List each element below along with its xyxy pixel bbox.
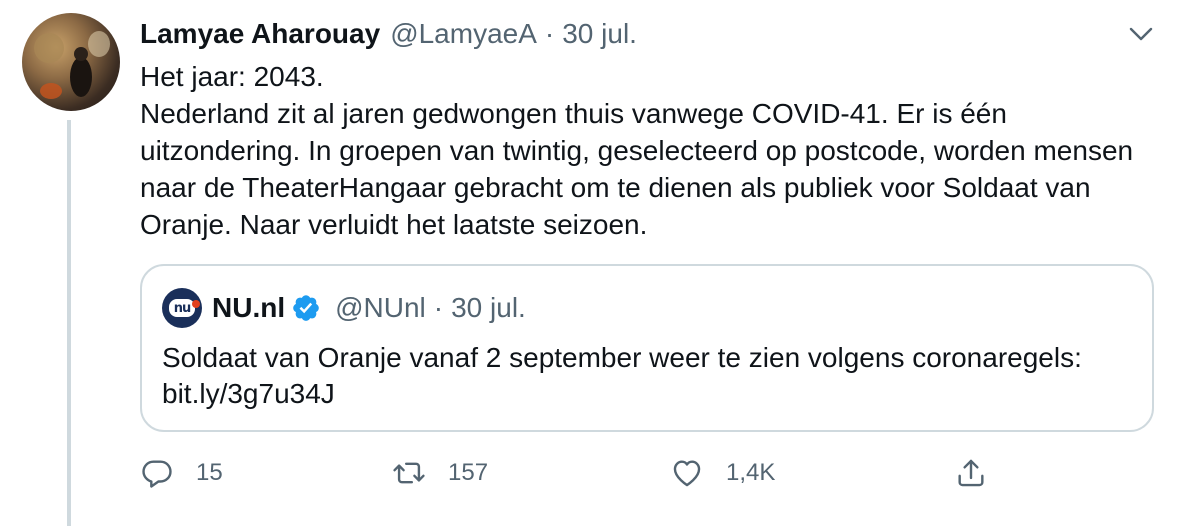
retweet-icon xyxy=(393,462,425,484)
quoted-author-name[interactable]: NU.nl xyxy=(212,292,285,324)
quoted-header-separator: · xyxy=(433,292,444,323)
tweet-text: Het jaar: 2043. Nederland zit al jaren g… xyxy=(140,58,1150,243)
nu-logo-dot xyxy=(192,300,200,308)
quoted-tweet-date[interactable]: 30 jul. xyxy=(451,292,526,324)
like-count: 1,4K xyxy=(726,459,776,486)
heart-icon xyxy=(673,460,701,487)
author-name[interactable]: Lamyae Aharouay xyxy=(140,18,380,50)
verified-badge-icon xyxy=(293,295,319,321)
reply-icon xyxy=(142,460,172,488)
tweet-text-line: Nederland zit al jaren gedwongen thuis v… xyxy=(140,98,1134,240)
header-separator: · xyxy=(544,18,555,49)
quoted-tweet-header: NU.nl @NUnl · 30 jul. xyxy=(212,286,526,330)
quoted-author-avatar[interactable]: nu xyxy=(162,288,202,328)
tweet-actions: 15 157 1,4K xyxy=(140,450,1170,496)
quoted-tweet[interactable]: nu NU.nl @NUnl · 30 jul. Soldaat van Ora… xyxy=(140,264,1154,432)
thread-line xyxy=(67,120,71,526)
retweet-button[interactable]: 157 xyxy=(392,450,488,496)
tweet-date[interactable]: 30 jul. xyxy=(562,18,637,50)
author-avatar[interactable] xyxy=(22,13,120,111)
author-handle[interactable]: @LamyaeA xyxy=(390,18,537,50)
like-button[interactable]: 1,4K xyxy=(670,450,775,496)
quoted-tweet-text: Soldaat van Oranje vanaf 2 september wee… xyxy=(162,342,1082,409)
nu-logo: nu xyxy=(169,299,195,317)
tweet-header: Lamyae Aharouay @LamyaeA · 30 jul. xyxy=(140,14,637,54)
reply-button[interactable]: 15 xyxy=(140,450,223,496)
share-button[interactable] xyxy=(954,450,988,496)
retweet-count: 157 xyxy=(448,459,489,486)
chevron-down-icon xyxy=(1129,27,1153,41)
more-menu-button[interactable] xyxy=(1126,22,1156,46)
share-icon xyxy=(958,459,984,487)
quoted-author-handle[interactable]: @NUnl xyxy=(335,292,426,324)
tweet-text-line: Het jaar: 2043. xyxy=(140,61,324,92)
reply-count: 15 xyxy=(196,459,223,486)
